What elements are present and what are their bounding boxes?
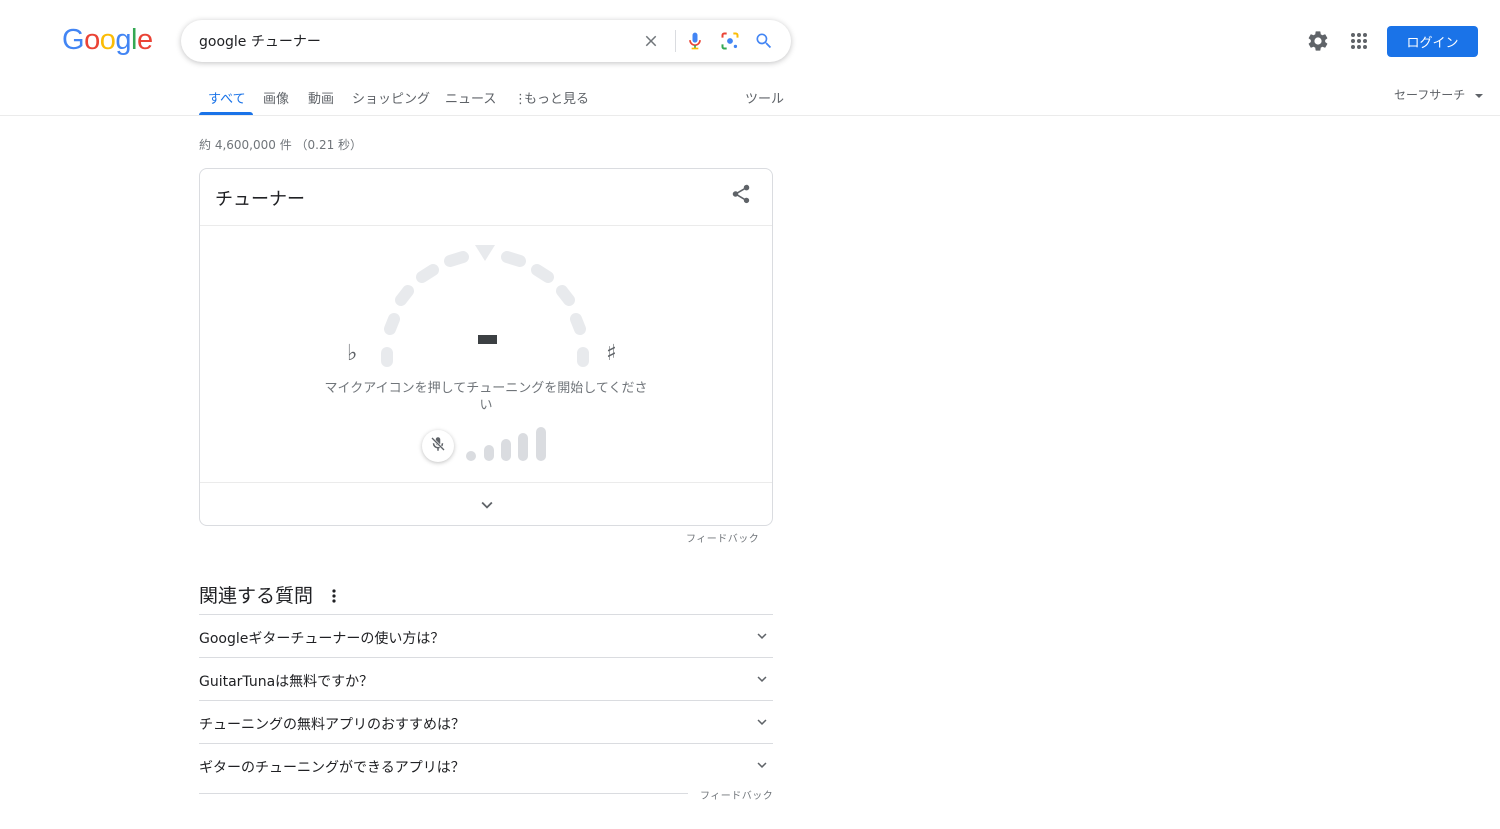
chevron-down-icon <box>757 676 767 682</box>
tuner-message: マイクアイコンを押してチューニングを開始してください <box>324 381 648 413</box>
logo-letter: o <box>84 24 100 56</box>
gauge-segment <box>395 285 414 306</box>
input-level-bars <box>466 427 546 461</box>
logo-letter: g <box>115 24 131 56</box>
paa-question-text: ギターのチューニングができるアプリは？ <box>199 760 465 776</box>
level-bar <box>484 445 494 461</box>
logo-letter: e <box>136 24 153 56</box>
level-bar <box>518 433 528 461</box>
chevron-down-icon <box>757 762 767 768</box>
tab-tools[interactable]: ツール <box>745 88 784 107</box>
tab-images[interactable]: 画像 <box>263 88 289 107</box>
mic-off-icon <box>429 435 447 457</box>
level-bar <box>466 451 476 461</box>
tab-more-label: もっと見る <box>524 92 590 107</box>
result-stats: 約 4,600,000 件 （0.21 秒） <box>199 138 363 152</box>
gauge-segment <box>416 264 439 283</box>
gauge-segment <box>531 264 554 283</box>
more-vert-icon: ⋮ <box>514 92 527 107</box>
logo-letter: o <box>99 24 116 56</box>
tuner-card: チューナー ♭ ♯ マイクアイコンを押してチューニングを開始してください <box>199 168 773 526</box>
paa-question-text: チューニングの無料アプリのおすすめは？ <box>199 717 465 733</box>
search-divider <box>675 30 676 52</box>
tuner-mic-button[interactable] <box>422 430 454 462</box>
gauge-segment <box>556 285 575 306</box>
level-bar <box>536 427 546 461</box>
mic-icon[interactable] <box>683 29 707 53</box>
share-icon[interactable] <box>730 183 754 207</box>
logo-letter: G <box>62 24 85 56</box>
tuner-gauge: ♭ ♯ <box>347 245 617 367</box>
more-vert-icon[interactable] <box>326 586 342 606</box>
gear-icon[interactable] <box>1306 29 1330 53</box>
safesearch-label: セーフサーチ <box>1394 88 1466 102</box>
search-icon[interactable] <box>752 29 776 53</box>
paa-list: Googleギターチューナーの使い方は？ GuitarTunaは無料ですか？ チ… <box>199 614 773 786</box>
chevron-down-icon <box>757 719 767 725</box>
tab-more[interactable]: ⋮もっと見る <box>514 88 589 107</box>
google-logo[interactable]: Google <box>62 24 153 57</box>
apps-grid-icon[interactable] <box>1347 29 1371 53</box>
gauge-pointer <box>475 245 495 261</box>
level-bar <box>501 439 511 461</box>
gauge-segment <box>444 251 469 267</box>
paa-feedback-link[interactable]: フィードバック <box>700 787 773 802</box>
search-input[interactable] <box>199 29 629 53</box>
paa-question[interactable]: チューニングの無料アプリのおすすめは？ <box>199 700 773 743</box>
dropdown-arrow-icon <box>1475 93 1484 98</box>
gauge-segment <box>501 251 526 267</box>
paa-question[interactable]: ギターのチューニングができるアプリは？ <box>199 743 773 786</box>
paa-bottom-divider <box>199 793 688 794</box>
lens-icon[interactable] <box>718 29 742 53</box>
tab-all[interactable]: すべて <box>208 88 246 107</box>
tuner-title: チューナー <box>215 189 305 210</box>
paa-question[interactable]: GuitarTunaは無料ですか？ <box>199 657 773 700</box>
paa-question-text: Googleギターチューナーの使い方は？ <box>199 631 445 647</box>
tuner-feedback-link[interactable]: フィードバック <box>686 530 759 545</box>
chevron-down-icon[interactable] <box>476 494 498 516</box>
login-button[interactable]: ログイン <box>1387 26 1478 57</box>
search-tabs: すべて 画像 動画 ショッピング ニュース ⋮もっと見る ツール セーフサーチ <box>0 84 1500 116</box>
active-tab-indicator <box>199 112 253 115</box>
tab-news[interactable]: ニュース <box>445 88 496 107</box>
search-box <box>181 20 791 62</box>
card-header-divider <box>200 225 772 226</box>
close-icon[interactable] <box>639 29 663 53</box>
sharp-symbol: ♯ <box>606 341 617 366</box>
safesearch-menu[interactable]: セーフサーチ <box>1394 86 1484 103</box>
paa-title: 関連する質問 <box>199 585 314 607</box>
paa-question-text: GuitarTunaは無料ですか？ <box>199 674 374 690</box>
paa-question[interactable]: Googleギターチューナーの使い方は？ <box>199 614 773 657</box>
tab-shopping[interactable]: ショッピング <box>352 88 430 107</box>
tab-videos[interactable]: 動画 <box>308 88 334 107</box>
gauge-segment <box>384 313 400 335</box>
gauge-segment <box>570 313 586 335</box>
note-placeholder <box>478 335 497 344</box>
gauge-segments <box>381 251 589 367</box>
chevron-down-icon <box>757 633 767 639</box>
card-footer-divider <box>200 482 772 483</box>
flat-symbol: ♭ <box>347 341 357 366</box>
